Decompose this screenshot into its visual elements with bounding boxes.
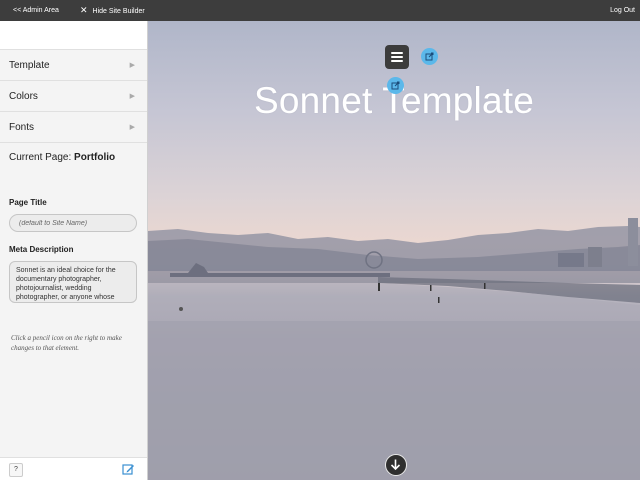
page-title-label: Page Title bbox=[9, 198, 47, 207]
sidebar-item-label: Fonts bbox=[9, 122, 35, 133]
menu-button[interactable] bbox=[385, 45, 409, 69]
hero-section: Sonnet Template bbox=[148, 21, 640, 480]
external-edit-icon bbox=[391, 81, 400, 90]
sidebar-footer: ? bbox=[0, 457, 147, 480]
sidebar-item-template[interactable]: Template ▶ bbox=[0, 50, 147, 81]
admin-topbar: << Admin Area ✕ Hide Site Builder Log Out bbox=[0, 0, 640, 21]
pencil-hint-text: Click a pencil icon on the right to make… bbox=[11, 334, 122, 352]
sidebar-item-colors[interactable]: Colors ▶ bbox=[0, 81, 147, 112]
chevron-right-icon: ▶ bbox=[129, 93, 135, 100]
help-button[interactable]: ? bbox=[9, 463, 23, 477]
logout-link[interactable]: Log Out bbox=[610, 0, 635, 21]
sidebar-item-label: Colors bbox=[9, 91, 38, 102]
sidebar-header bbox=[0, 21, 147, 50]
chevron-right-icon: ▶ bbox=[129, 62, 135, 69]
hamburger-icon bbox=[391, 60, 403, 62]
edit-title-button[interactable] bbox=[387, 77, 404, 94]
scroll-down-button[interactable] bbox=[385, 454, 407, 476]
sidebar-item-fonts[interactable]: Fonts ▶ bbox=[0, 112, 147, 143]
current-page-name: Portfolio bbox=[74, 152, 116, 163]
hide-site-builder-button[interactable]: ✕ Hide Site Builder bbox=[80, 0, 145, 21]
chevron-right-icon: ▶ bbox=[129, 124, 135, 131]
arrow-down-circle-icon bbox=[390, 459, 401, 471]
page-title-input[interactable] bbox=[9, 214, 137, 232]
meta-description-textarea[interactable]: Sonnet is an ideal choice for the docume… bbox=[9, 261, 137, 303]
close-icon: ✕ bbox=[80, 5, 88, 15]
pencil-edit-icon[interactable] bbox=[122, 463, 135, 476]
current-page-prefix: Current Page: bbox=[9, 152, 72, 163]
hamburger-icon bbox=[391, 52, 403, 54]
hamburger-icon bbox=[391, 56, 403, 58]
sidebar-item-label: Template bbox=[9, 60, 50, 71]
edit-menu-button[interactable] bbox=[421, 48, 438, 65]
admin-area-link[interactable]: << Admin Area bbox=[13, 0, 59, 21]
hide-site-builder-label: Hide Site Builder bbox=[92, 8, 145, 15]
current-page-heading: Current Page: Portfolio bbox=[9, 152, 115, 163]
external-edit-icon bbox=[425, 52, 434, 61]
meta-description-label: Meta Description bbox=[9, 245, 74, 254]
site-builder-sidebar: Template ▶ Colors ▶ Fonts ▶ Current Page… bbox=[0, 21, 148, 480]
